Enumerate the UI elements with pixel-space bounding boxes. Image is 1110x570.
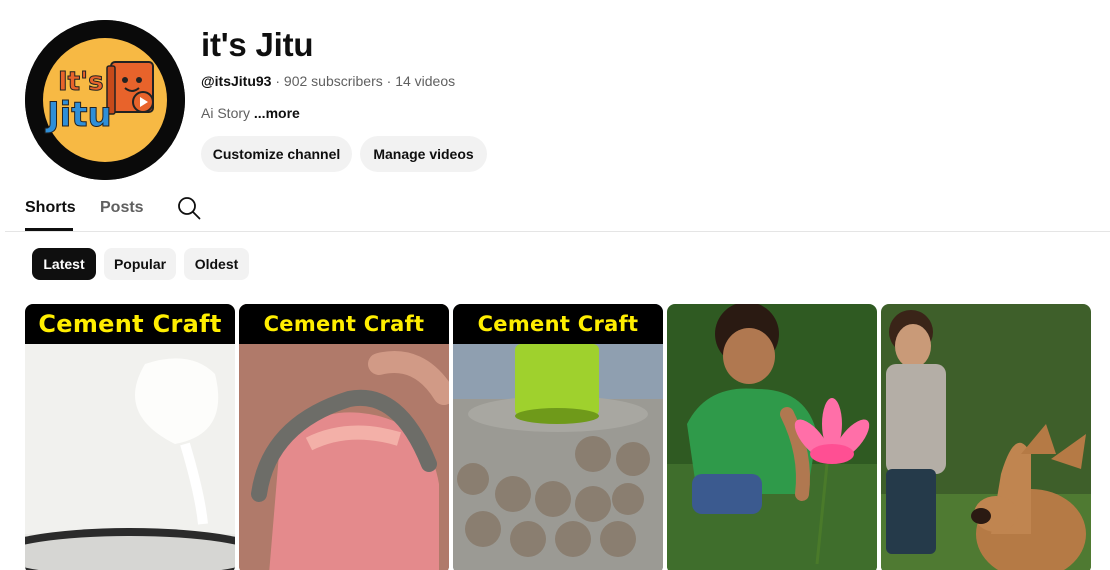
short-thumbnail[interactable]: Cement Craft [453, 304, 663, 570]
filter-chip-popular[interactable]: Popular [104, 248, 176, 280]
short-thumbnail[interactable]: Cement Craft [239, 304, 449, 570]
channel-handle: @itsJitu93 [201, 73, 272, 89]
short-thumbnail[interactable]: Cement Craft [25, 304, 235, 570]
logo-text-top: It's [58, 67, 104, 97]
channel-avatar[interactable]: It's Jitu [25, 20, 185, 180]
short-thumbnail[interactable] [667, 304, 877, 570]
short-title: Cement Craft [263, 312, 425, 336]
meta-separator: · [271, 73, 284, 89]
description-text: Ai Story [201, 105, 254, 121]
filter-chip-oldest[interactable]: Oldest [184, 248, 249, 280]
short-banner: Cement Craft [239, 304, 449, 344]
customize-channel-button[interactable]: Customize channel [201, 136, 352, 172]
book-mascot-icon [106, 61, 154, 115]
channel-meta: @itsJitu93 · 902 subscribers · 14 videos [201, 73, 455, 89]
tabs-divider [5, 231, 1110, 232]
short-banner: Cement Craft [25, 304, 235, 344]
short-thumbnail[interactable] [881, 304, 1091, 570]
channel-name: it's Jitu [201, 26, 314, 63]
tab-posts[interactable]: Posts [100, 199, 144, 217]
video-count: 14 videos [395, 73, 456, 89]
short-banner: Cement Craft [453, 304, 663, 344]
channel-description[interactable]: Ai Story ...more [201, 105, 300, 121]
meta-separator: · [382, 73, 396, 89]
short-title: Cement Craft [477, 312, 639, 336]
short-title: Cement Craft [38, 310, 222, 338]
search-icon[interactable] [177, 196, 201, 220]
tab-shorts[interactable]: Shorts [25, 199, 76, 217]
subscriber-count: 902 subscribers [283, 73, 383, 89]
filter-chip-latest[interactable]: Latest [32, 248, 96, 280]
more-link[interactable]: ...more [254, 105, 300, 121]
logo-text-bottom: Jitu [45, 95, 112, 135]
manage-videos-button[interactable]: Manage videos [360, 136, 487, 172]
